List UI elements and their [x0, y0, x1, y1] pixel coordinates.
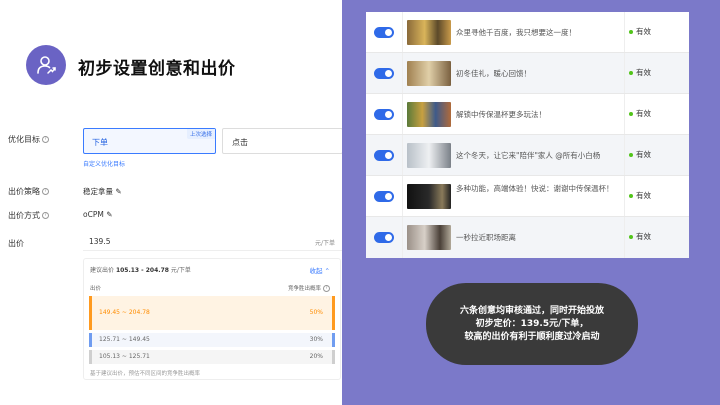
creative-toggle[interactable] — [374, 109, 394, 120]
goal-option-label: 下单 — [92, 138, 108, 147]
creative-text: 众里寻他千百度，我只想要这一度！ — [456, 28, 576, 37]
status-dot-icon — [629, 235, 633, 239]
creative-text: 一秒拉近职场距离 — [456, 233, 516, 242]
chevron-up-icon: ⌃ — [324, 267, 330, 275]
band-rate: 50% — [309, 309, 323, 316]
creative-table: 众里寻他千百度，我只想要这一度！ 有效 初冬佳礼，暖心回馈！ 有效 解锁中传保温… — [366, 12, 689, 258]
status-badge: 有效 — [629, 26, 651, 37]
band-range: 105.13 ~ 125.71 — [99, 353, 150, 360]
goal-label: 优化目标? — [8, 134, 49, 145]
strategy-label: 出价策略? — [8, 186, 49, 197]
status-badge: 有效 — [629, 190, 651, 201]
right-panel: 众里寻他千百度，我只想要这一度！ 有效 初冬佳礼，暖心回馈！ 有效 解锁中传保温… — [342, 0, 720, 405]
creative-toggle[interactable] — [374, 150, 394, 161]
price-label: 出价 — [8, 239, 24, 248]
help-icon[interactable]: ? — [42, 188, 49, 195]
edit-icon[interactable]: ✎ — [106, 210, 112, 219]
creative-thumbnail[interactable] — [407, 61, 451, 86]
table-row: 解锁中传保温杯更多玩法！ 有效 — [366, 94, 689, 135]
bid-band-high: 149.45 ~ 204.78 50% — [89, 296, 335, 330]
user-growth-icon — [26, 45, 66, 85]
bid-band-mid: 125.71 ~ 149.45 30% — [89, 333, 335, 347]
edit-icon[interactable]: ✎ — [115, 187, 121, 196]
creative-thumbnail[interactable] — [407, 184, 451, 209]
help-icon[interactable]: ? — [42, 136, 49, 143]
band-rate: 30% — [309, 336, 323, 343]
creative-text: 初冬佳礼，暖心回馈！ — [456, 69, 531, 78]
help-icon[interactable]: ? — [323, 285, 330, 292]
creative-text: 解锁中传保温杯更多玩法！ — [456, 110, 546, 119]
table-row: 初冬佳礼，暖心回馈！ 有效 — [366, 53, 689, 94]
band-range: 149.45 ~ 204.78 — [99, 309, 150, 316]
page-title: 初步设置创意和出价 — [78, 59, 236, 79]
table-row: 这个冬天，让它来"陪伴"家人 @所有小白杨 有效 — [366, 135, 689, 176]
collapse-button[interactable]: 收起 ⌃ — [309, 265, 330, 275]
strategy-value[interactable]: 稳定拿量 ✎ — [83, 186, 122, 197]
table-row: 一秒拉近职场距离 有效 — [366, 217, 689, 258]
status-badge: 有效 — [629, 67, 651, 78]
creative-toggle[interactable] — [374, 191, 394, 202]
band-rate: 20% — [309, 353, 323, 360]
suggested-bid-summary: 建议出价 105.13 - 204.78 元/下单 — [90, 267, 191, 274]
status-badge: 有效 — [629, 149, 651, 160]
column-bid: 出价 — [90, 286, 102, 292]
status-badge: 有效 — [629, 108, 651, 119]
bid-band-low: 105.13 ~ 125.71 20% — [89, 350, 335, 364]
method-label: 出价方式? — [8, 210, 49, 221]
suggestion-footnote: 基于建议出价，预估不同区间的竞争胜出概率 — [90, 371, 201, 377]
price-value[interactable]: 139.5 — [89, 237, 110, 246]
creative-text: 多种功能，高端体验！快说：谢谢中传保温杯！ — [456, 184, 614, 193]
method-value[interactable]: oCPM ✎ — [83, 210, 113, 219]
table-row: 众里寻他千百度，我只想要这一度！ 有效 — [366, 12, 689, 53]
creative-thumbnail[interactable] — [407, 225, 451, 250]
callout-line: 初步定价：139.5元/下单， — [475, 318, 589, 329]
status-dot-icon — [629, 30, 633, 34]
creative-text: 这个冬天，让它来"陪伴"家人 @所有小白杨 — [456, 151, 601, 160]
creative-toggle[interactable] — [374, 232, 394, 243]
help-icon[interactable]: ? — [42, 212, 49, 219]
callout-line: 六条创意均审核通过，同时开始投放 — [459, 305, 604, 316]
summary-callout: 六条创意均审核通过，同时开始投放 初步定价：139.5元/下单， 较高的出价有利… — [426, 283, 638, 365]
creative-toggle[interactable] — [374, 68, 394, 79]
status-badge: 有效 — [629, 231, 651, 242]
goal-option-order[interactable]: 下单 上次选择 — [83, 128, 216, 154]
creative-thumbnail[interactable] — [407, 20, 451, 45]
goal-option-label: 点击 — [232, 138, 248, 147]
status-dot-icon — [629, 194, 633, 198]
band-range: 125.71 ~ 149.45 — [99, 336, 150, 343]
creative-thumbnail[interactable] — [407, 102, 451, 127]
status-dot-icon — [629, 153, 633, 157]
callout-line: 较高的出价有利于顺利度过冷启动 — [464, 331, 600, 342]
goal-option-click[interactable]: 点击 — [222, 128, 343, 154]
creative-toggle[interactable] — [374, 27, 394, 38]
left-panel: 初步设置创意和出价 优化目标? 下单 上次选择 点击 自定义优化目标 出价策略?… — [0, 0, 343, 405]
status-dot-icon — [629, 71, 633, 75]
table-row: 多种功能，高端体验！快说：谢谢中传保温杯！ 有效 — [366, 176, 689, 217]
last-selected-badge: 上次选择 — [186, 129, 215, 139]
status-dot-icon — [629, 112, 633, 116]
column-win-rate: 竞争胜出概率? — [288, 284, 330, 292]
suggested-bid-panel: 建议出价 105.13 - 204.78 元/下单 收起 ⌃ 出价 竞争胜出概率… — [83, 258, 341, 380]
price-unit: 元/下单 — [314, 240, 335, 247]
price-input[interactable]: 139.5 元/下单 — [83, 233, 343, 251]
creative-thumbnail[interactable] — [407, 143, 451, 168]
custom-goal-link[interactable]: 自定义优化目标 — [83, 159, 125, 168]
